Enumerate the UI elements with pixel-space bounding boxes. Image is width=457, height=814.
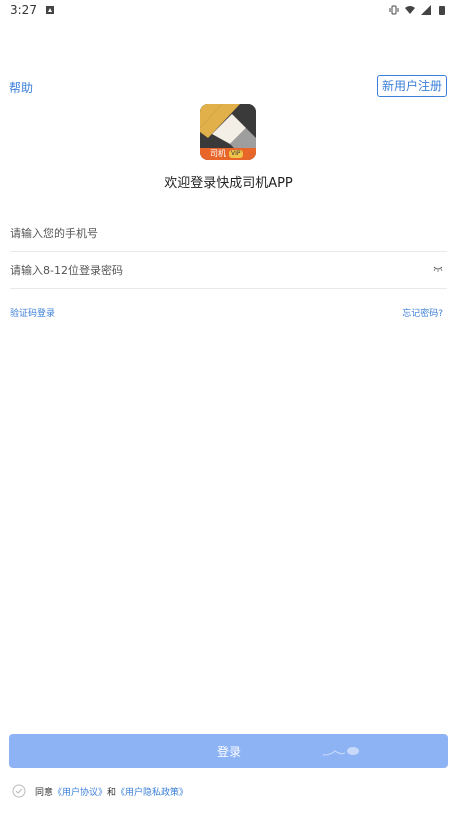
password-input[interactable]	[10, 263, 447, 277]
agreement-prefix: 同意	[35, 787, 54, 798]
agreement-row: 同意 《用户协议》 和 《用户隐私政策》	[12, 783, 188, 799]
logo-badge-vip: VIP	[229, 150, 243, 158]
app-logo: 司机 VIP	[200, 104, 256, 160]
login-button-label: 登录	[217, 745, 242, 759]
app-logo-graphic	[200, 104, 256, 160]
status-right	[389, 5, 447, 15]
signal-icon	[421, 5, 431, 15]
vibrate-icon	[389, 5, 399, 15]
login-options-row: 验证码登录 忘记密码?	[10, 306, 447, 320]
phone-field[interactable]	[10, 215, 447, 252]
welcome-title: 欢迎登录快成司机APP	[164, 176, 293, 191]
help-link[interactable]: 帮助	[9, 79, 33, 96]
notification-icon	[45, 6, 54, 14]
battery-icon	[439, 6, 445, 15]
cloud-icon	[322, 747, 359, 756]
top-bar: 帮助 新用户注册	[0, 74, 457, 98]
phone-input[interactable]	[10, 226, 447, 240]
eye-closed-icon[interactable]	[433, 265, 443, 273]
status-bar: 3:27	[0, 0, 457, 20]
status-time: 3:27	[10, 3, 37, 17]
wifi-icon	[405, 6, 415, 14]
login-button[interactable]: 登录	[9, 734, 448, 768]
forgot-password-link[interactable]: 忘记密码?	[402, 306, 443, 319]
register-button[interactable]: 新用户注册	[376, 75, 447, 97]
status-left: 3:27	[10, 3, 55, 17]
password-field[interactable]	[10, 252, 447, 289]
privacy-policy-link[interactable]: 《用户隐私政策》	[116, 785, 188, 798]
logo-badge-text: 司机	[210, 149, 226, 158]
agreement-conjunction: 和	[107, 787, 117, 798]
checkbox-icon[interactable]	[12, 784, 26, 798]
code-login-link[interactable]: 验证码登录	[10, 306, 55, 319]
user-agreement-link[interactable]: 《用户协议》	[53, 785, 107, 798]
